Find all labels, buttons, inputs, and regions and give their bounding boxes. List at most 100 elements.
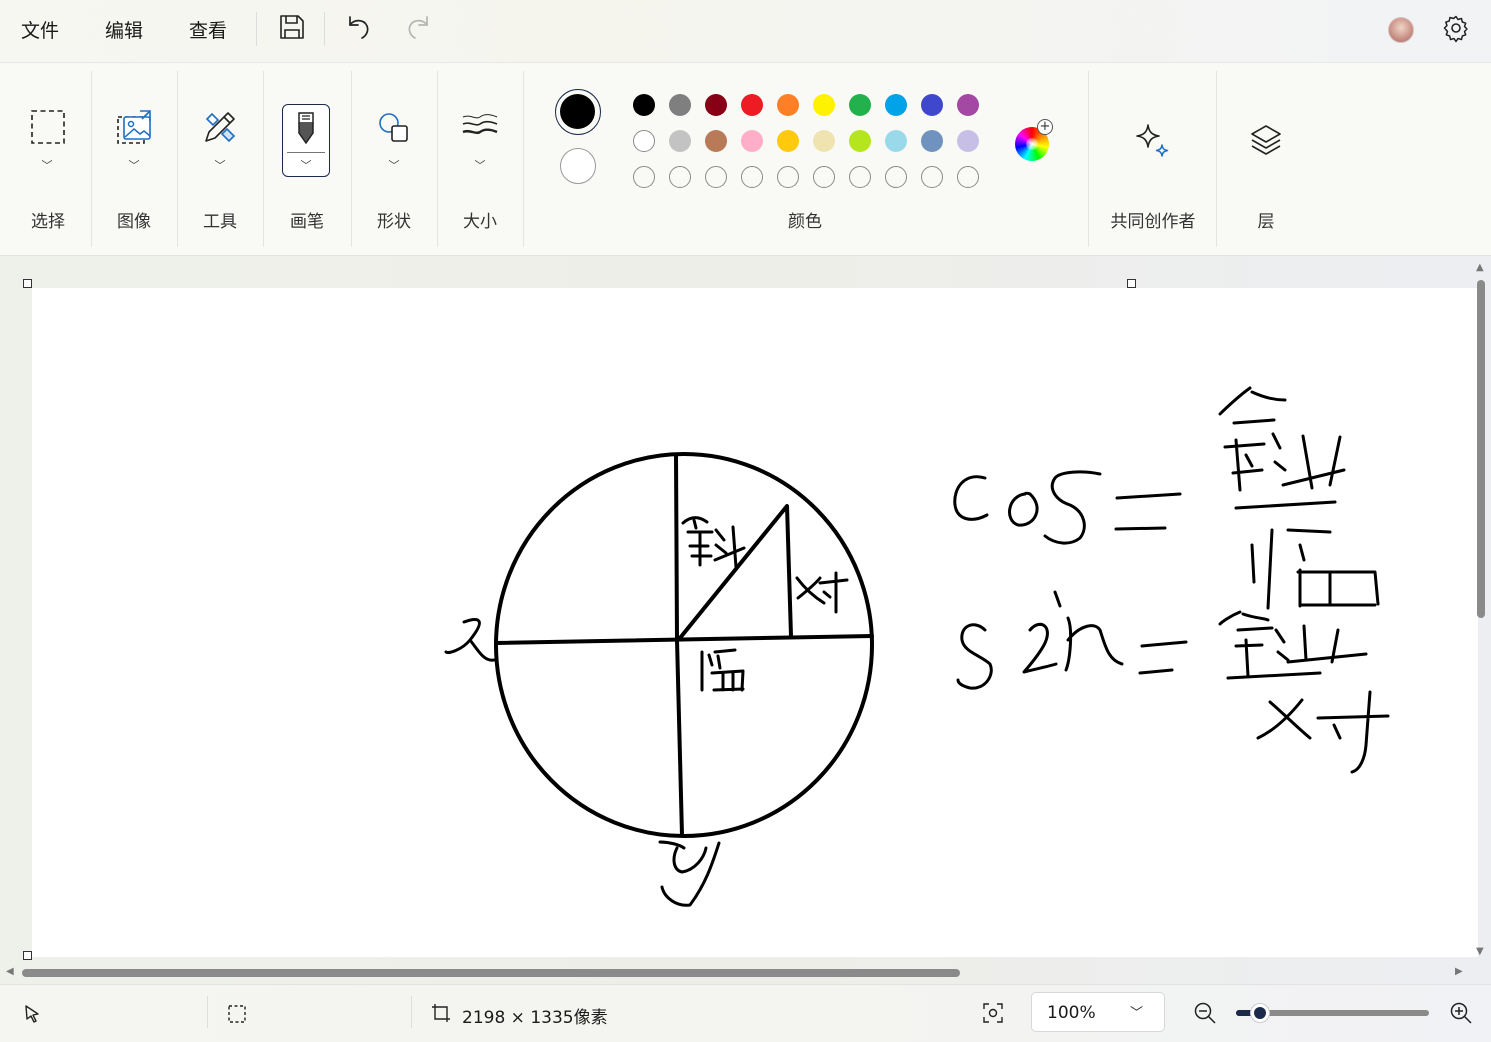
fit-to-window-icon[interactable] <box>982 1002 1004 1024</box>
chevron-down-icon: ﹀ <box>41 159 53 172</box>
save-icon[interactable] <box>277 12 307 42</box>
zoom-out-icon[interactable] <box>1193 1001 1217 1025</box>
color-swatch[interactable] <box>921 94 943 116</box>
divider <box>263 71 264 247</box>
chevron-down-icon: ﹀ <box>1130 1006 1144 1021</box>
chevron-down-icon: ﹀ <box>214 159 226 172</box>
color-swatch[interactable] <box>741 94 763 116</box>
empty-color-slot[interactable] <box>921 166 943 188</box>
color-swatch[interactable] <box>777 94 799 116</box>
redo-icon[interactable] <box>403 12 433 42</box>
divider <box>177 71 178 247</box>
color-swatch[interactable] <box>849 94 871 116</box>
divider <box>523 71 524 247</box>
cocreator-button[interactable] <box>1118 113 1188 173</box>
drawing-canvas[interactable] <box>32 288 1478 957</box>
horizontal-scrollbar-thumb[interactable] <box>22 969 960 977</box>
color-swatch[interactable] <box>633 130 655 152</box>
tools-button[interactable]: ﹀ <box>186 99 254 219</box>
canvas-size-icon <box>432 1004 450 1022</box>
sparkle-icon <box>1136 124 1169 157</box>
zoom-slider-thumb[interactable] <box>1250 1003 1270 1023</box>
menu-view[interactable]: 查看 <box>189 16 227 43</box>
handwriting-y <box>658 840 721 907</box>
handwriting-i <box>1022 590 1062 674</box>
unit-circle <box>494 452 874 838</box>
empty-color-slot[interactable] <box>741 166 763 188</box>
scroll-up-arrow[interactable]: ▲ <box>1476 262 1488 276</box>
horizontal-axis <box>494 634 874 645</box>
brush-button[interactable]: ﹀ <box>282 104 330 177</box>
divider <box>437 71 438 247</box>
empty-color-slot[interactable] <box>669 166 691 188</box>
secondary-color-swatch[interactable] <box>560 148 596 184</box>
pencil-eraser-icon <box>205 112 236 143</box>
divider <box>256 12 257 46</box>
selection-tool-button[interactable]: ﹀ <box>14 99 80 219</box>
divider <box>1088 71 1089 247</box>
menu-edit[interactable]: 编辑 <box>105 16 143 43</box>
color-swatch[interactable] <box>957 94 979 116</box>
divider <box>324 12 325 46</box>
empty-color-slot[interactable] <box>777 166 799 188</box>
chevron-down-icon: ﹀ <box>388 159 400 172</box>
shapes-icon <box>379 113 408 142</box>
resize-handle[interactable] <box>1127 279 1136 288</box>
empty-color-slot[interactable] <box>885 166 907 188</box>
color-swatch[interactable] <box>813 94 835 116</box>
handwriting-equals-1 <box>1114 492 1182 531</box>
empty-color-slot[interactable] <box>849 166 871 188</box>
layers-button[interactable] <box>1236 113 1296 173</box>
color-swatch[interactable] <box>957 130 979 152</box>
primary-color-selector[interactable] <box>555 89 601 135</box>
empty-color-slot[interactable] <box>813 166 835 188</box>
gear-icon[interactable] <box>1442 14 1470 43</box>
handwriting-dui <box>795 571 849 614</box>
group-label-image: 图像 <box>117 212 151 232</box>
divider <box>1216 71 1217 247</box>
resize-handle[interactable] <box>23 951 32 960</box>
empty-color-slot[interactable] <box>957 166 979 188</box>
image-tool-button[interactable]: ﹀ <box>100 99 168 219</box>
custom-color-button[interactable]: + <box>1013 119 1053 161</box>
color-swatch[interactable] <box>813 130 835 152</box>
scroll-left-arrow[interactable]: ◀ <box>6 966 14 977</box>
divider <box>287 152 325 153</box>
handwriting-lin-denominator <box>1250 528 1380 610</box>
color-swatch[interactable] <box>885 94 907 116</box>
undo-icon[interactable] <box>344 12 374 42</box>
color-swatch[interactable] <box>921 130 943 152</box>
color-swatch[interactable] <box>669 130 691 152</box>
handwriting-dui-denominator <box>1256 690 1390 774</box>
zoom-select[interactable]: 100% ﹀ <box>1031 992 1165 1032</box>
handwriting-xie-numerator-2 <box>1218 610 1368 678</box>
color-swatch[interactable] <box>705 130 727 152</box>
scroll-down-arrow[interactable]: ▼ <box>1476 946 1488 960</box>
handwriting-c <box>953 475 989 521</box>
chevron-down-icon[interactable]: ﹀ <box>301 157 312 173</box>
canvas-size-text: 2198 × 1335像素 <box>462 1008 608 1028</box>
chevron-down-icon: ﹀ <box>474 159 486 172</box>
vertical-scrollbar-thumb[interactable] <box>1477 280 1485 618</box>
empty-color-slot[interactable] <box>633 166 655 188</box>
zoom-in-icon[interactable] <box>1449 1001 1473 1025</box>
color-swatch[interactable] <box>777 130 799 152</box>
empty-color-slot[interactable] <box>705 166 727 188</box>
avatar[interactable] <box>1388 17 1414 43</box>
color-swatch[interactable] <box>849 130 871 152</box>
size-button[interactable]: ﹀ <box>446 99 514 219</box>
handwriting-xie-numerator <box>1218 386 1346 492</box>
handwriting-xie <box>681 516 746 569</box>
brush-icon <box>298 112 314 145</box>
shapes-button[interactable]: ﹀ <box>360 99 428 219</box>
zoom-slider-track[interactable] <box>1236 1003 1429 1023</box>
color-swatch[interactable] <box>669 94 691 116</box>
selection-icon <box>31 110 65 144</box>
color-swatch[interactable] <box>705 94 727 116</box>
color-swatch[interactable] <box>741 130 763 152</box>
resize-handle[interactable] <box>23 279 32 288</box>
color-swatch[interactable] <box>885 130 907 152</box>
scroll-right-arrow[interactable]: ▶ <box>1455 966 1463 977</box>
color-swatch[interactable] <box>633 94 655 116</box>
menu-file[interactable]: 文件 <box>21 16 59 43</box>
